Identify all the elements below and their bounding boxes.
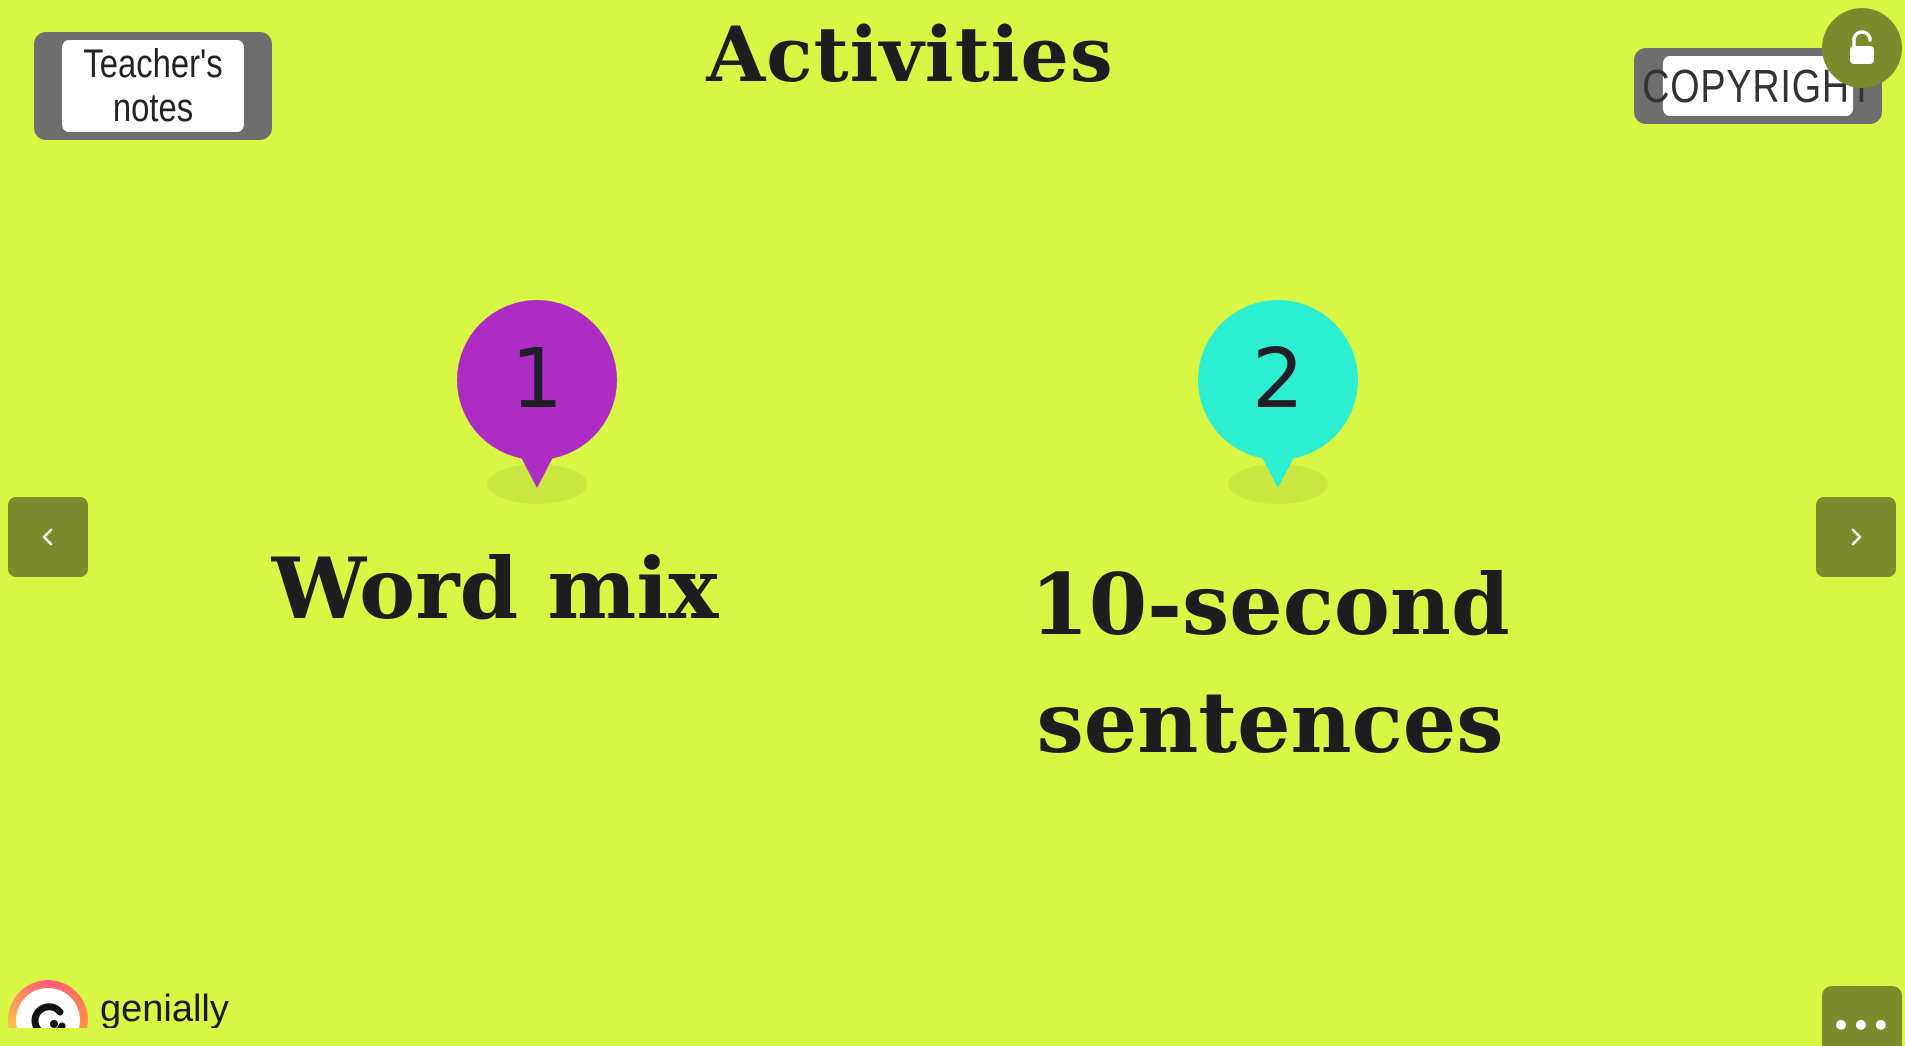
lock-open-icon xyxy=(1850,30,1874,64)
genially-logo[interactable]: genially xyxy=(8,980,229,1028)
teachers-notes-line-2: notes xyxy=(112,86,194,130)
activity-2-number: 2 xyxy=(1251,332,1305,427)
teachers-notes-button[interactable]: Teacher's notes xyxy=(34,32,272,140)
slide-canvas: Teacher's notes Activities COPYRIGHT 1 2… xyxy=(0,0,1905,1046)
chevron-right-icon xyxy=(1851,528,1862,546)
activity-1-number: 1 xyxy=(510,332,564,427)
page-title: Activities xyxy=(706,10,1114,99)
chevron-left-icon xyxy=(42,528,53,546)
activity-1-pin[interactable]: 1 xyxy=(457,300,617,510)
activity-2-pin[interactable]: 2 xyxy=(1198,300,1358,510)
teachers-notes-label: Teacher's notes xyxy=(61,40,245,132)
genially-wordmark: genially xyxy=(100,988,229,1028)
genially-logo-mark xyxy=(8,980,88,1028)
genially-g-icon xyxy=(31,1003,66,1028)
copyright-label: COPYRIGHT xyxy=(1642,56,1873,116)
genially-logo-core xyxy=(16,988,80,1028)
activity-1-label[interactable]: Word mix xyxy=(220,530,770,648)
more-options-button[interactable]: ••• xyxy=(1822,986,1902,1046)
more-dots-icon: ••• xyxy=(1832,1009,1892,1042)
next-slide-button[interactable] xyxy=(1816,497,1896,577)
corner-action-button[interactable] xyxy=(1822,8,1902,88)
teachers-notes-line-1: Teacher's xyxy=(83,42,223,86)
activity-2-label[interactable]: 10-second sentences xyxy=(970,546,1570,782)
previous-slide-button[interactable] xyxy=(8,497,88,577)
